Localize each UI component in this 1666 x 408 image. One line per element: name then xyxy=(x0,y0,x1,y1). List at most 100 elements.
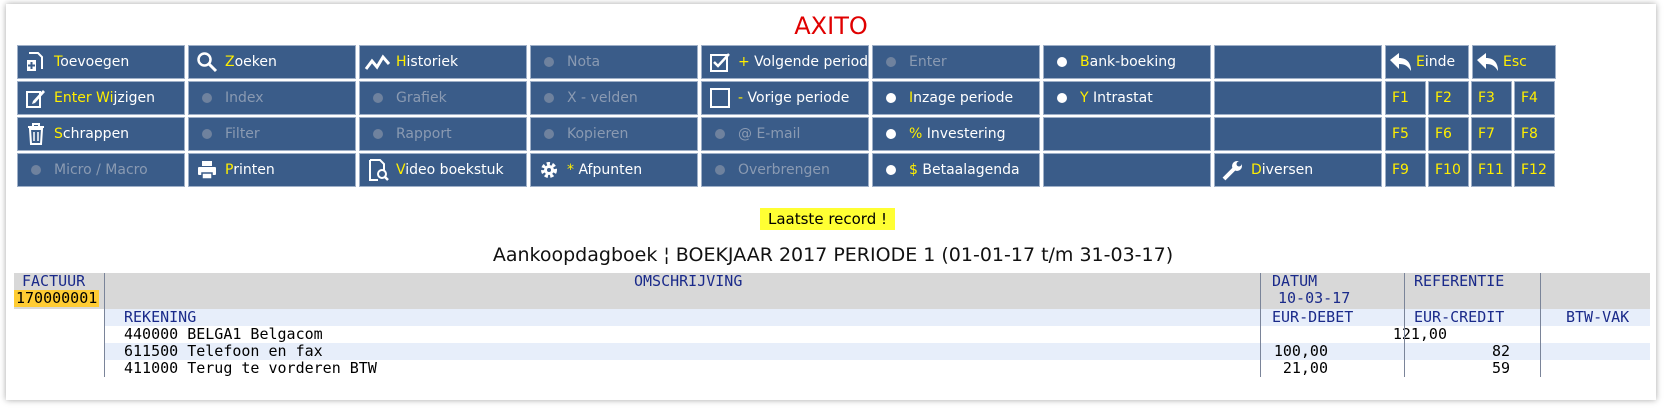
diversen-button[interactable]: Diversen xyxy=(1214,153,1382,187)
line-rekening[interactable]: 611500 Telefoon en fax xyxy=(124,343,323,360)
button-label: X - velden xyxy=(567,90,697,106)
dot-icon xyxy=(1044,57,1080,67)
overbrengen-button[interactable]: Overbrengen xyxy=(701,153,869,187)
line-rekening[interactable]: 440000 BELGA1 Belgacom xyxy=(124,326,323,343)
hotkey-label: D xyxy=(1251,162,1262,178)
button-label: Printen xyxy=(225,162,355,178)
fkey-f11-button[interactable]: F11 xyxy=(1471,153,1512,187)
empty-button-3[interactable] xyxy=(1043,117,1211,151)
button-label: Y Intrastat xyxy=(1080,90,1210,106)
button-label: Kopieren xyxy=(567,126,697,142)
video-boekstuk-button[interactable]: Video boekstuk xyxy=(359,153,527,187)
fkey-f4-button[interactable]: F4 xyxy=(1514,81,1555,115)
label-text: inde xyxy=(1424,54,1456,70)
label-text: Micro / Macro xyxy=(54,162,148,178)
hotkey-label: + xyxy=(738,54,750,70)
nota-button[interactable]: Nota xyxy=(530,45,698,79)
line-debet[interactable]: 100,00 xyxy=(1274,343,1328,360)
label-text: oeken xyxy=(234,54,277,70)
line-debet[interactable]: 21,00 xyxy=(1283,360,1328,377)
fkey-f1-button[interactable]: F1 xyxy=(1385,81,1426,115)
factuur-value[interactable]: 170000001 xyxy=(14,290,100,307)
fkey-f7-button[interactable]: F7 xyxy=(1471,117,1512,151)
col-eur-credit: EUR-CREDIT xyxy=(1414,308,1505,326)
bank-boeking-button[interactable]: Bank-boeking xyxy=(1043,45,1211,79)
esc-button[interactable]: Esc xyxy=(1472,45,1556,79)
col-rekening: REKENING xyxy=(124,308,197,326)
datum-value[interactable]: 10-03-17 xyxy=(1278,290,1350,307)
dot-icon xyxy=(873,165,909,175)
investering-button[interactable]: % Investering xyxy=(872,117,1040,151)
filter-button[interactable]: Filter xyxy=(188,117,356,151)
label-text: Volgende periode xyxy=(749,54,869,70)
fkey-f12-button[interactable]: F12 xyxy=(1514,153,1555,187)
dot-icon xyxy=(702,165,738,175)
line-credit[interactable]: 121,00 xyxy=(1393,326,1447,343)
button-label: * Afpunten xyxy=(567,162,697,178)
fkey-f2-button[interactable]: F2 xyxy=(1428,81,1469,115)
button-label: Historiek xyxy=(396,54,526,70)
intrastat-button[interactable]: Y Intrastat xyxy=(1043,81,1211,115)
button-label: % Investering xyxy=(909,126,1039,142)
fkey-f6-button[interactable]: F6 xyxy=(1428,117,1469,151)
empty-button-5[interactable] xyxy=(1043,153,1211,187)
checkbox-checked-icon xyxy=(702,50,738,74)
hotkey-label: B xyxy=(1080,54,1090,70)
schrappen-button[interactable]: Schrappen xyxy=(17,117,185,151)
rapport-button[interactable]: Rapport xyxy=(359,117,527,151)
button-label: Diversen xyxy=(1251,162,1381,178)
col-omschrijving: OMSCHRIJVING xyxy=(634,272,743,290)
line-rekening[interactable]: 411000 Terug te vorderen BTW xyxy=(124,360,377,377)
empty-button-2[interactable] xyxy=(1214,81,1382,115)
grafiek-button[interactable]: Grafiek xyxy=(359,81,527,115)
button-label: Inzage periode xyxy=(909,90,1039,106)
button-label: - Vorige periode xyxy=(738,90,868,106)
divider xyxy=(1540,273,1541,377)
inzage-periode-button[interactable]: Inzage periode xyxy=(872,81,1040,115)
app-title: AXITO xyxy=(794,12,868,40)
kopieren-button[interactable]: Kopieren xyxy=(530,117,698,151)
einde-button[interactable]: Einde xyxy=(1385,45,1469,79)
dot-icon xyxy=(873,129,909,139)
historiek-button[interactable]: Historiek xyxy=(359,45,527,79)
toevoegen-button[interactable]: Toevoegen xyxy=(17,45,185,79)
printen-button[interactable]: Printen xyxy=(188,153,356,187)
index-button[interactable]: Index xyxy=(188,81,356,115)
micro-macro-button[interactable]: Micro / Macro xyxy=(17,153,185,187)
line-btw[interactable]: 59 xyxy=(1492,360,1510,377)
status-badge: Laatste record ! xyxy=(760,208,896,230)
email-button[interactable]: @ E-mail xyxy=(701,117,869,151)
journal-header: Aankoopdagboek ¦ BOEKJAAR 2017 PERIODE 1… xyxy=(492,244,1174,266)
hotkey-label: Y xyxy=(1080,90,1089,106)
fkey-f3-button[interactable]: F3 xyxy=(1471,81,1512,115)
printer-icon xyxy=(189,159,225,181)
wijzigen-button[interactable]: Enter Wijzigen xyxy=(17,81,185,115)
label-text: Enter xyxy=(909,54,947,70)
empty-button-1[interactable] xyxy=(1214,45,1382,79)
betaalagenda-button[interactable]: $ Betaalagenda xyxy=(872,153,1040,187)
volgende-periode-button[interactable]: + Volgende periode xyxy=(701,45,869,79)
button-label: Enter xyxy=(909,54,1039,70)
hotkey-label: Enter Wi xyxy=(54,90,114,106)
dot-icon xyxy=(702,129,738,139)
empty-button-4[interactable] xyxy=(1214,117,1382,151)
fkey-f9-button[interactable]: F9 xyxy=(1385,153,1426,187)
afpunten-button[interactable]: * Afpunten xyxy=(530,153,698,187)
vorige-periode-button[interactable]: - Vorige periode xyxy=(701,81,869,115)
zoeken-button[interactable]: Zoeken xyxy=(188,45,356,79)
button-label: Enter Wijzigen xyxy=(54,90,184,106)
fkey-f10-button[interactable]: F10 xyxy=(1428,153,1469,187)
button-label: Bank-boeking xyxy=(1080,54,1210,70)
button-label: Esc xyxy=(1503,54,1555,70)
back-arrow-icon xyxy=(1473,51,1503,73)
back-arrow-icon xyxy=(1386,51,1416,73)
dot-icon xyxy=(18,165,54,175)
fkey-f8-button[interactable]: F8 xyxy=(1514,117,1555,151)
fkey-f5-button[interactable]: F5 xyxy=(1385,117,1426,151)
enter-button[interactable]: Enter xyxy=(872,45,1040,79)
button-label: Overbrengen xyxy=(738,162,868,178)
x-velden-button[interactable]: X - velden xyxy=(530,81,698,115)
line-btw[interactable]: 82 xyxy=(1492,343,1510,360)
hotkey-label: V xyxy=(396,162,406,178)
label-text: X - velden xyxy=(567,90,638,106)
